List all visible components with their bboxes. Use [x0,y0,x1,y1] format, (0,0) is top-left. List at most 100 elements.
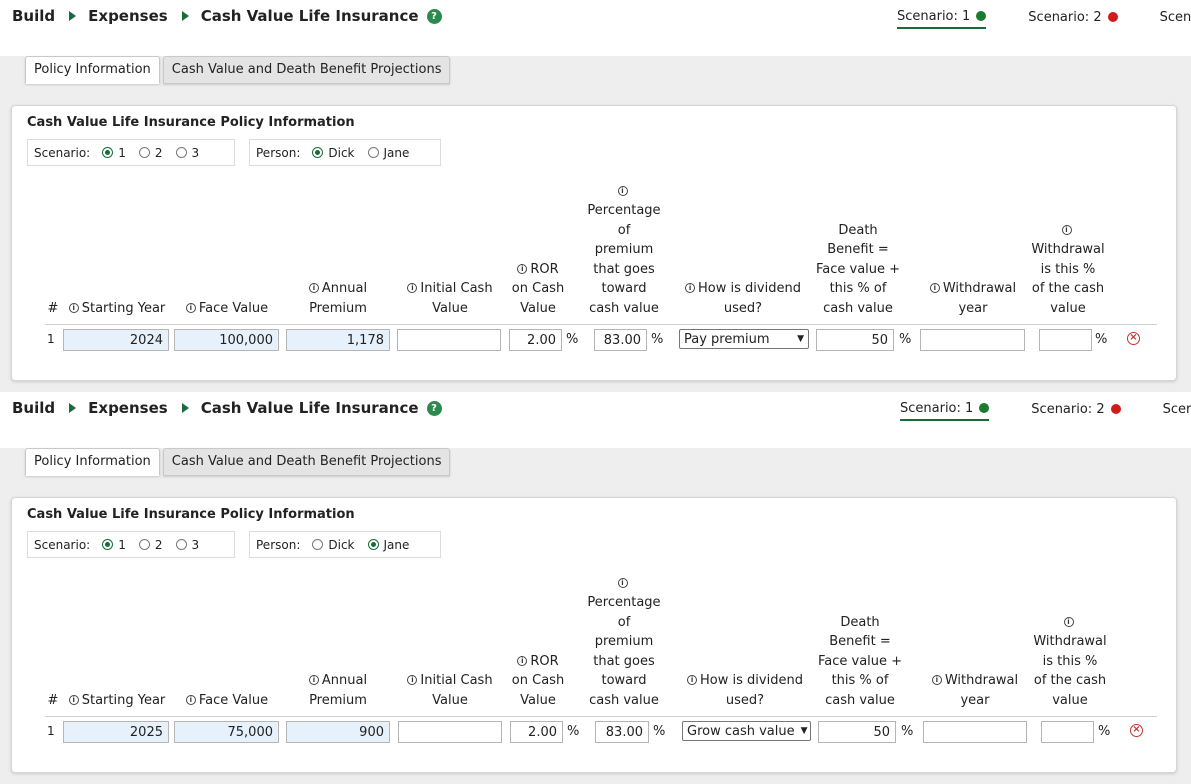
breadcrumb-expenses[interactable]: Expenses [88,399,168,417]
info-icon[interactable]: i [617,577,628,588]
pct-premium-input[interactable]: 83.00 [595,721,649,743]
info-icon[interactable]: i [617,185,628,196]
radio-label: Dick [328,537,355,552]
info-icon[interactable]: i [185,694,196,705]
person-radio-group: Person: Dick Jane [249,531,441,558]
initial-cash-value-input[interactable] [397,329,501,351]
withdrawal-pct-input[interactable] [1041,721,1094,743]
scenario-tabs: Scenario: 1 Scenario: 2 Scen [897,7,1191,29]
death-benefit-pct-input[interactable]: 50 [818,721,896,743]
tab-policy-information[interactable]: Policy Information [25,56,160,84]
scenario-radio-3[interactable]: 3 [175,537,200,552]
radio-label: 3 [191,537,200,552]
breadcrumb-build[interactable]: Build [12,399,55,417]
chevron-down-icon: ▼ [797,334,804,344]
screen-panel-2: Build Expenses Cash Value Life Insurance… [0,392,1191,784]
scenario-radio-1[interactable]: 1 [102,538,126,552]
radio-selected-icon [367,539,379,550]
scenario-tab-2[interactable]: Scenario: 2 [1031,399,1121,419]
ror-input[interactable]: 2.00 [509,329,562,351]
col-header-death-benefit: Death Benefit = Face value + this % of cash … [815,222,901,316]
annual-premium-input[interactable]: 1,178 [286,329,390,351]
face-value-input[interactable]: 100,000 [174,329,279,351]
annual-premium-input[interactable]: 900 [286,721,390,743]
scenario-tab-3[interactable]: Scen [1160,7,1191,27]
scenario-radio-2[interactable]: 2 [138,146,163,160]
scenario-radio-1[interactable]: 1 [102,146,126,160]
person-radio-dick[interactable]: Dick [312,146,355,160]
col-header-withdrawal-year: i Withdrawal year [924,671,1026,710]
info-icon[interactable]: i [308,283,319,293]
radio-icon [138,539,150,550]
person-radio-dick[interactable]: Dick [312,537,355,552]
scenario-tab-2[interactable]: Scenario: 2 [1028,7,1118,27]
initial-cash-value-input[interactable] [398,721,502,743]
col-header-face-value: i Face Value [176,691,278,711]
status-dot-icon [979,403,990,413]
chevron-down-icon: ▼ [800,726,808,736]
scenario-tab-label: Scenario: 1 [900,400,974,416]
scenario-radio-2[interactable]: 2 [138,537,163,552]
dividend-select[interactable]: Grow cash value ▼ [682,721,811,741]
tab-projections[interactable]: Cash Value and Death Benefit Projections [162,56,451,84]
withdrawal-year-input[interactable] [923,721,1027,743]
starting-year-input[interactable]: 2025 [63,721,169,743]
delete-row-icon[interactable]: × [1127,332,1140,345]
col-header-dividend: i How is dividend used? [680,671,810,710]
info-icon[interactable]: i [517,655,528,666]
breadcrumb-separator-icon [69,403,77,413]
col-header-num: # [47,692,59,708]
dividend-select[interactable]: Pay premium ▼ [679,329,809,349]
col-header-ror: i ROR on Cash Value [511,653,565,708]
pct-premium-input[interactable]: 83.00 [594,329,647,351]
scenario-radio-label: Scenario: [34,145,91,160]
col-header-withdrawal-year: i Withdrawal year [922,279,1024,318]
col-header-initial-cash-value: i Initial Cash Value [398,279,502,318]
scenario-tab-3[interactable]: Scer [1163,399,1191,419]
info-icon[interactable]: i [1061,224,1072,235]
info-icon[interactable]: i [68,302,79,313]
info-icon[interactable]: i [931,675,942,685]
help-icon[interactable]: ? [426,400,442,416]
col-header-annual-premium: i Annual Premium [308,673,368,708]
info-icon[interactable]: i [1063,616,1074,627]
info-icon[interactable]: i [407,675,418,685]
pct-premium-symbol: % [653,724,666,739]
starting-year-input[interactable]: 2024 [63,329,169,351]
info-icon[interactable]: i [185,302,196,313]
page-tabs: Policy Information Cash Value and Death … [25,448,453,476]
tab-projections[interactable]: Cash Value and Death Benefit Projections [162,448,451,476]
info-icon[interactable]: i [687,675,698,685]
col-header-annual-premium: i Annual Premium [308,281,368,316]
help-icon[interactable]: ? [426,8,442,24]
info-icon[interactable]: i [308,675,319,685]
delete-row-icon[interactable]: × [1130,724,1143,737]
radio-selected-icon [312,147,324,158]
scenario-tab-1[interactable]: Scenario: 1 [900,399,990,421]
death-benefit-pct-input[interactable]: 50 [816,329,894,351]
person-radio-jane[interactable]: Jane [367,538,409,552]
person-radio-jane[interactable]: Jane [367,146,409,160]
info-icon[interactable]: i [685,283,696,293]
scenario-radio-3[interactable]: 3 [175,146,199,160]
scenario-tab-1[interactable]: Scenario: 1 [897,7,987,29]
radio-label: 2 [154,537,163,552]
breadcrumb-build[interactable]: Build [12,7,55,25]
dividend-selected-value: Pay premium [684,331,770,347]
info-icon[interactable]: i [68,694,79,705]
col-header-pct-premium: i Percentage of premium that goes toward cash … [587,577,661,708]
breadcrumb-expenses[interactable]: Expenses [88,7,168,25]
info-icon[interactable]: i [407,283,418,293]
person-radio-label: Person: [256,145,301,160]
col-header-withdrawal-pct: i Withdrawal is this % of the cash value [1033,616,1107,708]
info-icon[interactable]: i [517,263,528,274]
scenario-tab-label: Scer [1162,401,1191,417]
radio-label: 1 [118,145,126,160]
withdrawal-year-input[interactable] [920,329,1025,351]
face-value-input[interactable]: 75,000 [174,721,279,743]
info-icon[interactable]: i [929,283,940,293]
tab-policy-information[interactable]: Policy Information [25,448,160,476]
withdrawal-pct-input[interactable] [1039,329,1092,351]
ror-input[interactable]: 2.00 [510,721,563,743]
row-number: 1 [47,724,55,738]
